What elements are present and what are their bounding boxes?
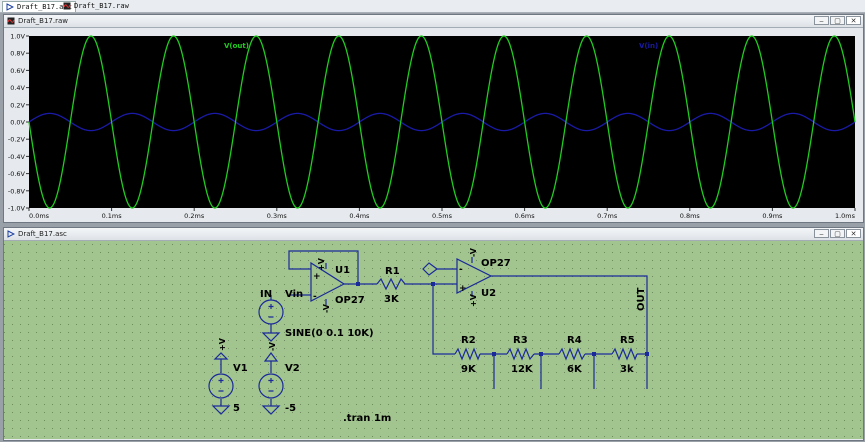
x-tick-label: 0.2ms xyxy=(184,212,205,220)
x-tick-label: 0.7ms xyxy=(597,212,618,220)
schematic-window: Draft_B17.asc ‒ ▢ ✕ U1 OP27 OP27 U2 + - … xyxy=(3,227,864,441)
waveform-icon xyxy=(7,17,15,25)
waveform-icon xyxy=(63,2,71,10)
label-r4[interactable]: R4 xyxy=(567,335,582,346)
waveform-window: Draft_B17.raw ‒ ▢ ✕ 1.0V 0.8V 0.6V 0.4V 0.2V… xyxy=(3,14,864,223)
label-r3[interactable]: R3 xyxy=(513,335,528,346)
x-tick-label: 0.3ms xyxy=(267,212,288,220)
label-r3-value[interactable]: 12K xyxy=(511,364,534,375)
x-tick-label: 0.5ms xyxy=(432,212,453,220)
y-tick-label: 0.2V xyxy=(10,101,25,109)
label-u1-model[interactable]: OP27 xyxy=(335,295,365,306)
label-r2[interactable]: R2 xyxy=(461,335,476,346)
u1-minus: - xyxy=(313,292,317,302)
label-u2-model[interactable]: OP27 xyxy=(481,258,511,269)
close-button[interactable]: ✕ xyxy=(846,16,861,25)
y-tick-label: -0.6V xyxy=(8,170,26,178)
schematic-titlebar[interactable]: Draft_B17.asc ‒ ▢ ✕ xyxy=(4,228,863,241)
y-tick-label: -0.4V xyxy=(8,153,26,161)
u1-plusv: +V xyxy=(317,257,326,271)
y-tick-label: -0.8V xyxy=(8,187,26,195)
y-tick-label: 0.0V xyxy=(10,119,25,127)
label-r4-value[interactable]: 6K xyxy=(567,364,583,375)
restore-button[interactable]: ▢ xyxy=(830,16,845,25)
trace-label-vout[interactable]: V(out) xyxy=(224,42,249,50)
close-button[interactable]: ✕ xyxy=(846,229,861,238)
waveform-titlebar[interactable]: Draft_B17.raw ‒ ▢ ✕ xyxy=(4,15,863,28)
x-tick-label: 1.0ms xyxy=(835,212,856,220)
schematic-icon xyxy=(6,3,14,11)
label-v1-value[interactable]: 5 xyxy=(233,403,240,414)
net-label-out[interactable]: OUT xyxy=(636,287,647,311)
y-tick-label: 0.8V xyxy=(10,50,25,58)
u2-plus: + xyxy=(459,284,467,294)
x-tick-label: 0.8ms xyxy=(680,212,701,220)
y-tick-label: -0.2V xyxy=(8,136,26,144)
y-tick-label: 0.6V xyxy=(10,67,25,75)
x-tick-label: 0.1ms xyxy=(102,212,123,220)
v2-minusv: -V xyxy=(268,341,277,351)
label-v2[interactable]: V2 xyxy=(285,363,300,374)
u2-minusv: -V xyxy=(469,247,478,257)
label-u1[interactable]: U1 xyxy=(335,265,350,276)
u2-plusv: +V xyxy=(469,293,478,307)
x-tick-label: 0.4ms xyxy=(349,212,370,220)
u1-plus: + xyxy=(313,272,321,282)
label-v1[interactable]: V1 xyxy=(233,363,248,374)
minimize-button[interactable]: ‒ xyxy=(814,229,829,238)
u1-minusv: -V xyxy=(322,303,331,313)
v1-plusv: +V xyxy=(218,337,227,351)
label-r5-value[interactable]: 3k xyxy=(620,364,634,375)
schematic-canvas[interactable]: U1 OP27 OP27 U2 + - - + +V -V -V +V R1 3… xyxy=(4,241,863,439)
waveform-plot[interactable]: 1.0V 0.8V 0.6V 0.4V 0.2V 0.0V -0.2V -0.4V -0.6V -… xyxy=(4,28,863,222)
minimize-button[interactable]: ‒ xyxy=(814,16,829,25)
trace-label-vin[interactable]: V(in) xyxy=(639,42,658,50)
x-tick-label: 0.0ms xyxy=(29,212,50,220)
tab-label: Draft_B17.raw xyxy=(74,2,129,10)
y-tick-label: 0.4V xyxy=(10,84,25,92)
document-tab-bar: Draft_B17.asc Draft_B17.raw xyxy=(0,0,865,13)
restore-button[interactable]: ▢ xyxy=(830,229,845,238)
y-tick-label: 1.0V xyxy=(10,33,25,41)
label-r1-value[interactable]: 3K xyxy=(384,294,400,305)
net-label-in[interactable]: IN xyxy=(260,289,272,300)
vin-sine-spec[interactable]: SINE(0 0.1 10K) xyxy=(285,328,374,339)
window-title: Draft_B17.asc xyxy=(18,230,67,238)
label-r2-value[interactable]: 9K xyxy=(461,364,477,375)
label-r5[interactable]: R5 xyxy=(620,335,635,346)
x-tick-label: 0.6ms xyxy=(515,212,536,220)
tran-directive[interactable]: .tran 1m xyxy=(343,413,391,424)
label-v2-value[interactable]: -5 xyxy=(285,403,296,414)
label-r1[interactable]: R1 xyxy=(385,266,400,277)
net-label-vin[interactable]: Vin xyxy=(285,289,303,300)
schematic-icon xyxy=(7,230,15,238)
u2-minus: - xyxy=(459,265,463,275)
y-tick-label: -1.0V xyxy=(8,205,26,213)
x-tick-label: 0.9ms xyxy=(762,212,783,220)
label-u2[interactable]: U2 xyxy=(481,288,496,299)
tab-waveform[interactable]: Draft_B17.raw xyxy=(60,1,132,11)
window-title: Draft_B17.raw xyxy=(18,17,68,25)
